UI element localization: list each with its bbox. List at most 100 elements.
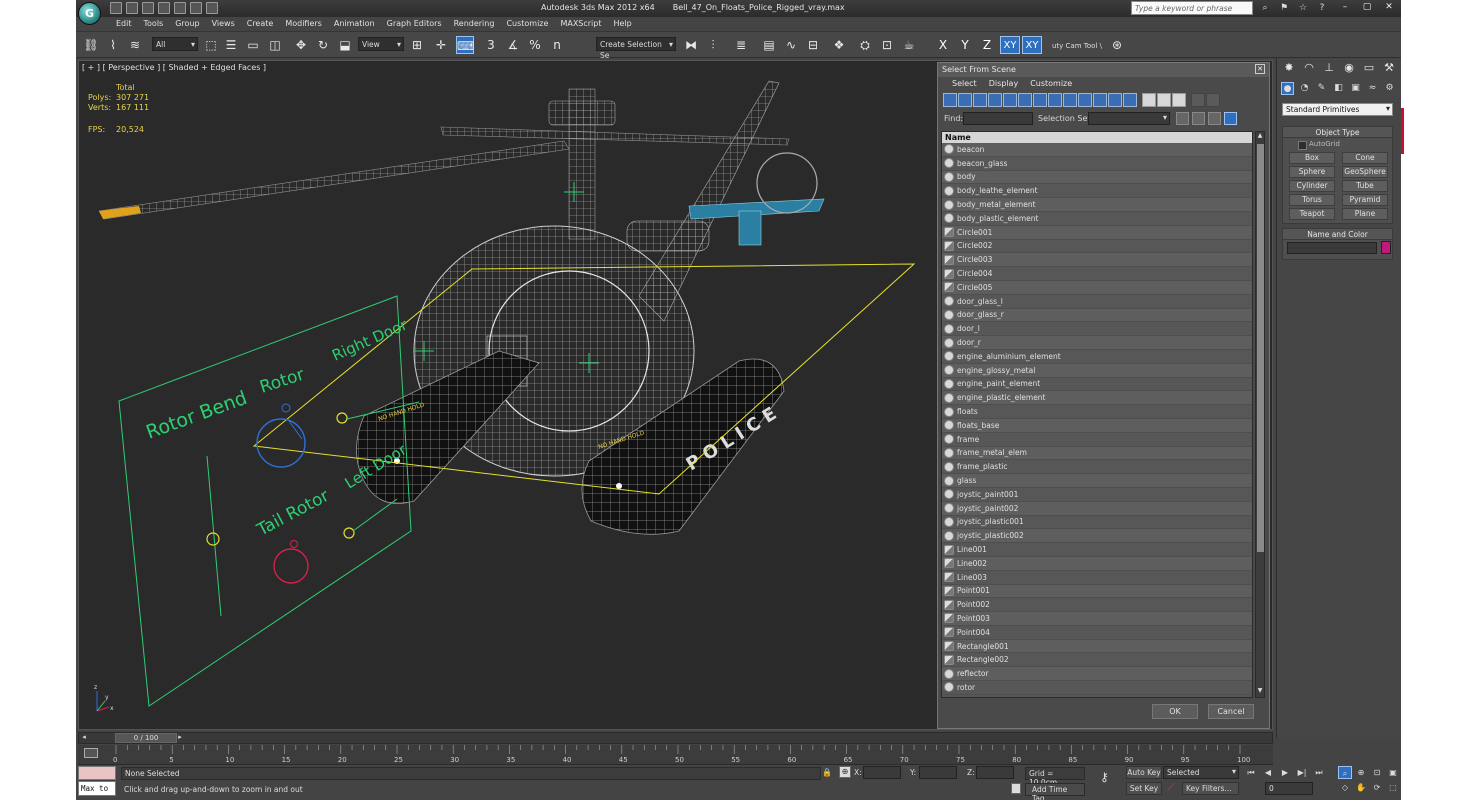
list-item[interactable]: frame_metal_elem	[942, 446, 1252, 461]
maxscript-mini-listener[interactable]: Max to	[78, 781, 116, 796]
spacewarps-icon[interactable]: ≈	[1366, 82, 1379, 95]
next-frame-icon[interactable]: ▶|	[1295, 767, 1309, 779]
list-item[interactable]: Point003	[942, 612, 1252, 626]
percent-snap-icon[interactable]: %	[526, 36, 544, 54]
axis-x-button[interactable]: X	[934, 36, 952, 54]
list-item[interactable]: body_metal_element	[942, 198, 1252, 212]
y-coord-input[interactable]	[919, 766, 957, 779]
selection-filter-dropdown[interactable]: All	[152, 37, 198, 51]
filter-bones-icon[interactable]	[1063, 93, 1077, 107]
helpers-icon[interactable]: ▣	[1349, 82, 1362, 95]
list-item[interactable]: Circle001	[942, 225, 1252, 240]
redo-icon[interactable]	[174, 2, 186, 14]
list-item[interactable]: Circle002	[942, 240, 1252, 254]
filter-all-icon[interactable]	[1123, 93, 1137, 107]
window-crossing-icon[interactable]: ◫	[266, 36, 284, 54]
save-icon[interactable]	[142, 2, 154, 14]
z-coord-input[interactable]	[976, 766, 1014, 779]
scroll-up-icon[interactable]: ▲	[1256, 132, 1264, 142]
tail-rotor-control-circle[interactable]	[273, 548, 309, 584]
filter-shapes-icon[interactable]	[958, 93, 972, 107]
go-to-end-icon[interactable]: ⏭	[1312, 767, 1326, 779]
help-icon[interactable]: ?	[1316, 2, 1328, 14]
cameras-icon[interactable]: ◧	[1332, 82, 1345, 95]
rig-control-board[interactable]	[118, 295, 412, 707]
menu-views[interactable]: Views	[206, 17, 241, 31]
time-slider[interactable]: ◂ 0 / 100 ▸	[78, 732, 1273, 744]
render-setup-icon[interactable]: ⛭	[856, 36, 874, 54]
rotor-hub[interactable]	[548, 100, 616, 126]
list-item[interactable]: glass	[942, 474, 1252, 488]
object-type-title[interactable]: Object Type	[1283, 127, 1392, 138]
key-icon[interactable]: ⚷	[1100, 770, 1109, 784]
rig-label-rotor-bend[interactable]: Rotor Bend	[143, 387, 250, 444]
snap-toggle-icon[interactable]: 3	[482, 36, 500, 54]
set-key-button[interactable]: Set Key	[1126, 782, 1162, 795]
box-button[interactable]: Box	[1289, 152, 1335, 164]
filter-spacewarps-icon[interactable]	[1018, 93, 1032, 107]
axis-xy-cycle-button[interactable]: XY	[1022, 36, 1042, 54]
motion-icon[interactable]: ◉	[1341, 60, 1357, 76]
modify-icon[interactable]: ◠	[1301, 60, 1317, 76]
cancel-button[interactable]: Cancel	[1208, 704, 1254, 719]
teapot-button[interactable]: Teapot	[1289, 208, 1335, 220]
filter-funnel-icon[interactable]	[1191, 93, 1205, 107]
list-item[interactable]: body_leathe_element	[942, 184, 1252, 199]
dialog-menu-select[interactable]: Select	[946, 77, 983, 92]
rig-label-tail-rotor[interactable]: Tail Rotor	[253, 486, 332, 541]
rotor-bend-slider-handle[interactable]	[206, 532, 220, 546]
cylinder-button[interactable]: Cylinder	[1289, 180, 1335, 192]
list-item[interactable]: door_r	[942, 336, 1252, 350]
list-item[interactable]: Circle005	[942, 280, 1252, 295]
mirror-icon[interactable]: ⧓	[682, 36, 700, 54]
menu-rendering[interactable]: Rendering	[448, 17, 501, 31]
create-icon[interactable]: ✸	[1281, 60, 1297, 76]
main-rotor-blade-left[interactable]	[98, 140, 570, 220]
zoom-extents-icon[interactable]: ⊡	[1370, 766, 1384, 779]
list-item[interactable]: frame	[942, 433, 1252, 447]
menu-tools[interactable]: Tools	[138, 17, 170, 31]
cone-button[interactable]: Cone	[1342, 152, 1388, 164]
move-icon[interactable]: ✥	[292, 36, 310, 54]
list-item[interactable]: joystic_plastic001	[942, 516, 1252, 530]
torus-button[interactable]: Torus	[1289, 194, 1335, 206]
dialog-menu-display[interactable]: Display	[983, 77, 1025, 92]
maxscript-listener-output[interactable]	[78, 766, 116, 780]
select-by-name-icon[interactable]: ☰	[222, 36, 240, 54]
dialog-title-bar[interactable]: Select From Scene ✕	[938, 63, 1269, 77]
filter-containers-icon[interactable]	[1078, 93, 1092, 107]
minimize-icon[interactable]: –	[1338, 2, 1352, 13]
filter-lights-icon[interactable]	[973, 93, 987, 107]
current-frame-input[interactable]: 0	[1265, 782, 1313, 795]
pan-icon[interactable]: ✋	[1354, 781, 1368, 794]
select-all-icon[interactable]	[1176, 112, 1189, 125]
add-time-tag-button[interactable]: Add Time Tag	[1025, 783, 1085, 800]
list-header-name[interactable]: Name	[942, 132, 1252, 143]
display-icon[interactable]: ▭	[1361, 60, 1377, 76]
menu-create[interactable]: Create	[241, 17, 280, 31]
schematic-icon[interactable]: ⊟	[804, 36, 822, 54]
display-invert-icon[interactable]	[1172, 93, 1186, 107]
axis-z-button[interactable]: Z	[978, 36, 996, 54]
rotor-control-circle[interactable]	[256, 418, 306, 468]
field-of-view-icon[interactable]: ◇	[1338, 781, 1352, 794]
systems-icon[interactable]: ⚙	[1383, 82, 1396, 95]
next-frame-arrow-icon[interactable]: ▸	[175, 733, 185, 743]
rig-label-right-door[interactable]: Right Door	[329, 315, 410, 364]
menu-help[interactable]: Help	[608, 17, 638, 31]
viewport-label[interactable]: [ + ] [ Perspective ] [ Shaded + Edged F…	[82, 63, 266, 72]
close-icon[interactable]: ✕	[1382, 2, 1396, 13]
list-item[interactable]: Line002	[942, 556, 1252, 571]
list-item[interactable]: reflector	[942, 667, 1252, 682]
list-item[interactable]: Line001	[942, 543, 1252, 557]
list-item[interactable]: Point002	[942, 598, 1252, 613]
menu-group[interactable]: Group	[169, 17, 205, 31]
list-item[interactable]: body	[942, 170, 1252, 185]
sync-selection-icon[interactable]	[1224, 112, 1237, 125]
unlink-icon[interactable]: ⌇	[104, 36, 122, 54]
list-item[interactable]: Rectangle002	[942, 653, 1252, 668]
bind-spacewarp-icon[interactable]: ≋	[126, 36, 144, 54]
select-object-icon[interactable]: ⬚	[202, 36, 220, 54]
list-item[interactable]: floats	[942, 405, 1252, 419]
rendered-frame-icon[interactable]: ⊡	[878, 36, 896, 54]
